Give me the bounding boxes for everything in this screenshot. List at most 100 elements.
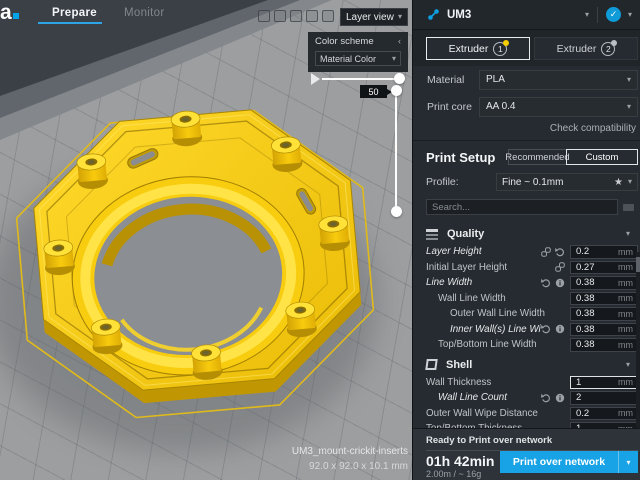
- scrollbar-thumb[interactable]: [636, 257, 640, 272]
- screw-boss: [43, 239, 76, 276]
- view-mode-dropdown[interactable]: Layer view▾: [340, 8, 408, 26]
- star-icon[interactable]: ★: [614, 177, 623, 188]
- chevron-down-icon: ▾: [392, 55, 396, 63]
- model-caption: UM3_mount-crickit-inserts 92.0 x 92.0 x …: [230, 444, 408, 474]
- setting-row: Wall Thicknessmm: [426, 375, 638, 391]
- settings-filter-icon[interactable]: [623, 202, 634, 213]
- screw-boss: [90, 318, 123, 355]
- camera-left-icon[interactable]: [306, 10, 318, 22]
- layer-slider-bottom-handle[interactable]: [391, 206, 402, 217]
- print-setup-title: Print Setup: [426, 150, 508, 165]
- material-color-dot: [503, 40, 509, 46]
- screw-boss: [190, 344, 223, 381]
- model-render[interactable]: [0, 0, 412, 480]
- chevron-down-icon[interactable]: ▾: [626, 230, 630, 238]
- print-core-row: Print core AA 0.4▾: [413, 93, 640, 120]
- camera-3d-icon[interactable]: [258, 10, 270, 22]
- color-scheme-label: Color scheme: [315, 36, 374, 47]
- divider: [597, 7, 598, 23]
- extruder-1-badge: 1: [493, 42, 507, 56]
- print-status: Ready to Print over network: [426, 435, 639, 446]
- setting-state-icons[interactable]: [541, 247, 565, 257]
- model-filename: UM3_mount-crickit-inserts: [230, 444, 408, 459]
- setting-value-input[interactable]: [571, 308, 618, 319]
- search-input[interactable]: [426, 199, 618, 215]
- simulation-slider-track[interactable]: [322, 78, 400, 80]
- chevron-down-icon: ▾: [627, 76, 631, 84]
- quality-icon: [426, 228, 438, 240]
- setting-row: Top/Bottom Line Widthmm: [426, 337, 638, 353]
- color-scheme-dropdown[interactable]: Material Color▾: [315, 51, 401, 66]
- setting-value-input[interactable]: [571, 408, 618, 419]
- setting-value-box: mm: [570, 407, 638, 421]
- chevron-down-icon[interactable]: ▾: [626, 361, 630, 369]
- tab-monitor[interactable]: Monitor: [124, 7, 164, 19]
- setting-value-input[interactable]: [571, 293, 618, 304]
- setting-state-icons[interactable]: [555, 262, 565, 272]
- screw-boss: [170, 110, 203, 147]
- chevron-down-icon[interactable]: ▾: [618, 451, 638, 473]
- setting-value-box: mm: [570, 307, 638, 321]
- print-over-network-button[interactable]: Print over network ▾: [500, 451, 638, 473]
- tab-extruder-2[interactable]: Extruder 2: [534, 37, 638, 60]
- machine-selector[interactable]: UM3 ▾ ✓ ▾: [413, 0, 640, 30]
- setting-row: Wall Line Widthmm: [426, 291, 638, 307]
- layer-slider-top-handle[interactable]: [391, 85, 402, 96]
- category-header-quality[interactable]: Quality▾: [426, 224, 638, 244]
- check-compatibility-link[interactable]: Check compatibility: [550, 123, 636, 134]
- tab-prepare[interactable]: Prepare: [52, 7, 97, 19]
- layer-slider-track[interactable]: [395, 91, 397, 211]
- setting-state-icons[interactable]: [541, 393, 565, 403]
- camera-top-icon[interactable]: [290, 10, 302, 22]
- link-icon: [541, 247, 551, 257]
- setting-value-box: mm: [570, 276, 638, 290]
- chevron-left-icon[interactable]: ‹: [398, 36, 401, 47]
- setting-unit: mm: [618, 309, 637, 319]
- setting-value-input[interactable]: [571, 392, 633, 403]
- category-header-shell[interactable]: Shell▾: [426, 355, 638, 375]
- setting-unit: mm: [618, 408, 637, 418]
- profile-dropdown[interactable]: Fine ~ 0.1mm ★ ▾: [496, 173, 638, 191]
- custom-mode-button[interactable]: Custom: [566, 149, 638, 165]
- setting-row: Inner Wall(s) Line Widthmm: [426, 322, 638, 338]
- setting-row: Outer Wall Wipe Distancemm: [426, 406, 638, 422]
- settings-sidebar: UM3 ▾ ✓ ▾ Extruder 1 Extruder 2 Material…: [412, 0, 640, 480]
- setting-state-icons[interactable]: [541, 324, 565, 334]
- material-dropdown[interactable]: PLA▾: [479, 70, 638, 90]
- print-core-label: Print core: [427, 101, 479, 113]
- setting-row: Line Widthmm: [426, 275, 638, 291]
- scrollbar[interactable]: [636, 252, 640, 444]
- setting-unit: mm: [618, 340, 637, 350]
- setting-state-icons[interactable]: [541, 278, 565, 288]
- cura-logo: a: [0, 1, 19, 25]
- setting-value-box: [570, 391, 638, 405]
- setting-value-input[interactable]: [571, 377, 618, 388]
- camera-right-icon[interactable]: [322, 10, 334, 22]
- chevron-down-icon[interactable]: ▾: [628, 11, 632, 19]
- print-job-footer: Ready to Print over network 01h 42min 2.…: [413, 428, 640, 480]
- category-title: Quality: [447, 228, 626, 240]
- printer-network-icon: [427, 8, 440, 21]
- simulation-slider-handle[interactable]: [394, 73, 405, 84]
- simulation-play-icon[interactable]: [311, 73, 320, 85]
- print-core-dropdown[interactable]: AA 0.4▾: [479, 97, 638, 117]
- recommended-mode-button[interactable]: Recommended: [508, 149, 566, 165]
- undo-icon: [541, 324, 551, 334]
- setting-unit: mm: [618, 262, 637, 272]
- setting-value-input[interactable]: [571, 262, 618, 273]
- setting-value-input[interactable]: [571, 339, 618, 350]
- tab-extruder-1[interactable]: Extruder 1: [426, 37, 530, 60]
- extruder-tabs: Extruder 1 Extruder 2: [413, 30, 640, 66]
- material-color-dot: [611, 40, 617, 46]
- extruder-2-badge: 2: [601, 42, 615, 56]
- setting-value-input[interactable]: [571, 324, 618, 335]
- chevron-down-icon[interactable]: ▾: [585, 11, 589, 19]
- setting-value-input[interactable]: [571, 277, 618, 288]
- camera-front-icon[interactable]: [274, 10, 286, 22]
- viewport-3d[interactable]: a Prepare Monitor Layer view▾ Color sche…: [0, 0, 412, 480]
- settings-scroll-area[interactable]: Quality▾Layer HeightmmInitial Layer Heig…: [413, 222, 640, 444]
- info-icon: [555, 278, 565, 288]
- settings-list: Quality▾Layer HeightmmInitial Layer Heig…: [413, 224, 640, 444]
- setting-value-input[interactable]: [571, 246, 618, 257]
- setting-label: Layer Height: [426, 246, 541, 257]
